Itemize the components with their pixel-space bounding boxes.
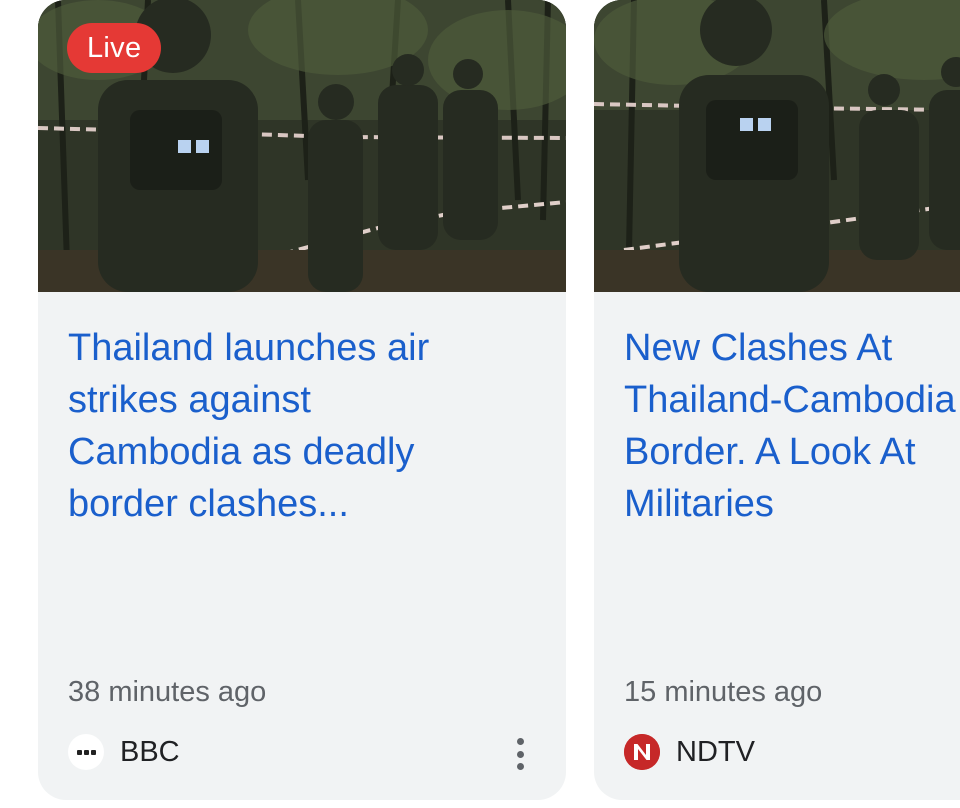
news-thumbnail[interactable] [594,0,960,292]
source-row[interactable]: BBC [68,732,180,772]
timestamp: 15 minutes ago [624,676,823,708]
headline[interactable]: New Clashes At Thailand-Cambodia Border.… [624,322,960,530]
news-thumbnail[interactable]: Live [38,0,566,292]
bbc-logo-icon [68,734,104,770]
soldiers-photo [594,0,960,292]
source-name: BBC [120,736,180,768]
live-badge: Live [67,23,162,73]
timestamp: 38 minutes ago [68,676,267,708]
ndtv-logo-icon [624,734,660,770]
headline[interactable]: Thailand launches air strikes against Ca… [68,322,538,530]
news-card[interactable]: Live Thailand launches air strikes again… [38,0,566,800]
source-row[interactable]: NDTV [624,732,755,772]
more-options-icon[interactable] [508,736,532,772]
source-name: NDTV [676,736,755,768]
news-card[interactable]: New Clashes At Thailand-Cambodia Border.… [594,0,960,800]
news-carousel: Live Thailand launches air strikes again… [0,0,960,808]
